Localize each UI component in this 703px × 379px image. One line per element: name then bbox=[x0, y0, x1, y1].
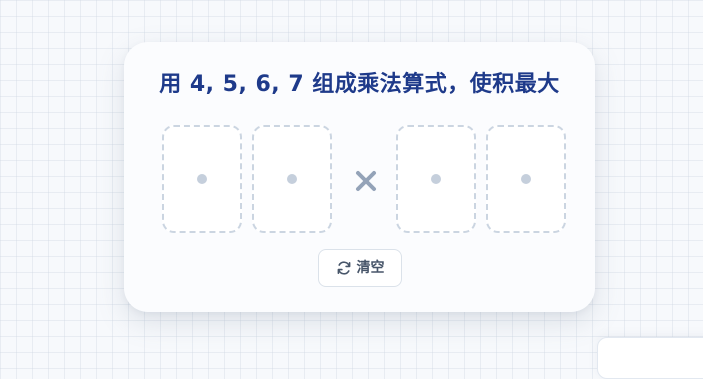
digit-slot-4[interactable] bbox=[486, 125, 566, 233]
empty-slot-dot-icon bbox=[197, 174, 207, 184]
digit-slot-3[interactable] bbox=[396, 125, 476, 233]
empty-slot-dot-icon bbox=[431, 174, 441, 184]
empty-slot-dot-icon bbox=[521, 174, 531, 184]
digit-slot-1[interactable] bbox=[162, 125, 242, 233]
partial-panel bbox=[597, 337, 703, 379]
times-icon bbox=[356, 171, 376, 191]
digit-slot-2[interactable] bbox=[252, 125, 332, 233]
puzzle-card: 用 4, 5, 6, 7 组成乘法算式，使积最大 清空 bbox=[124, 42, 595, 312]
puzzle-title: 用 4, 5, 6, 7 组成乘法算式，使积最大 bbox=[159, 72, 560, 97]
clear-button-label: 清空 bbox=[356, 260, 385, 276]
refresh-icon bbox=[337, 261, 350, 275]
empty-slot-dot-icon bbox=[287, 174, 297, 184]
clear-button[interactable]: 清空 bbox=[318, 249, 402, 287]
